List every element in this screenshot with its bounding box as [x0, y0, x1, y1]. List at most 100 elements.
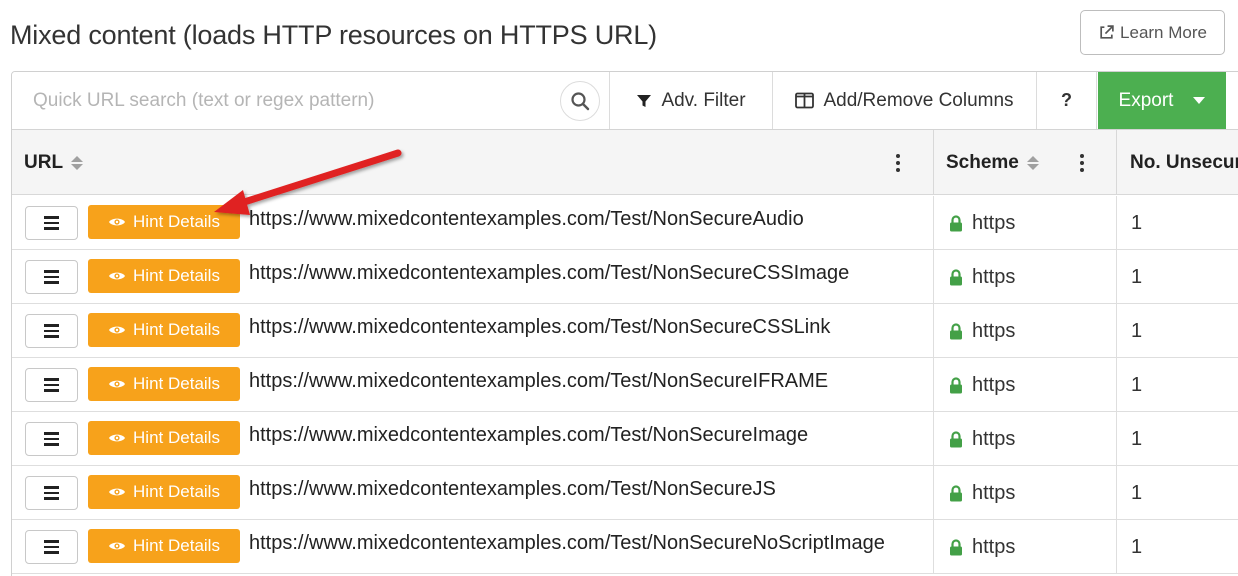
hint-details-label: Hint Details — [133, 482, 220, 501]
row-menu-button[interactable] — [25, 206, 78, 240]
help-button[interactable]: ? — [1037, 72, 1097, 129]
hint-details-label: Hint Details — [133, 266, 220, 285]
row-menu-button[interactable] — [25, 314, 78, 348]
scheme-text: https — [972, 427, 1016, 450]
row-menu-button[interactable] — [25, 368, 78, 402]
unsecure-count-cell: 1 — [1116, 250, 1238, 304]
scheme-cell: https — [933, 412, 1116, 466]
eye-icon — [109, 326, 126, 334]
hint-details-label: Hint Details — [133, 374, 220, 393]
url-text[interactable]: https://www.mixedcontentexamples.com/Tes… — [249, 262, 849, 285]
lock-icon — [950, 376, 962, 393]
url-cell: Hint Details https://www.mixedcontentexa… — [12, 196, 932, 250]
adv-filter-button[interactable]: Adv. Filter — [610, 72, 773, 129]
export-button[interactable]: Export — [1098, 72, 1226, 129]
report-panel: Adv. Filter Add/Remove Columns ? Export … — [11, 71, 1238, 576]
scheme-cell: https — [933, 304, 1116, 358]
scheme-text: https — [972, 481, 1016, 504]
eye-icon — [109, 488, 126, 496]
hint-details-button[interactable]: Hint Details — [88, 205, 240, 239]
url-text[interactable]: https://www.mixedcontentexamples.com/Tes… — [249, 478, 776, 501]
table-row: Hint Details https://www.mixedcontentexa… — [12, 520, 1238, 574]
url-cell: Hint Details https://www.mixedcontentexa… — [12, 520, 932, 574]
row-menu-button[interactable] — [25, 530, 78, 564]
search-input[interactable] — [12, 72, 552, 129]
unsecure-count-cell: 1 — [1116, 466, 1238, 520]
search-icon — [571, 92, 590, 111]
url-text[interactable]: https://www.mixedcontentexamples.com/Tes… — [249, 424, 808, 447]
scheme-text: https — [972, 373, 1016, 396]
table-row: Hint Details https://www.mixedcontentexa… — [12, 466, 1238, 520]
table-body: Hint Details https://www.mixedcontentexa… — [12, 196, 1238, 574]
filter-icon — [637, 94, 652, 107]
column-header-url-label: URL — [24, 151, 64, 173]
unsecure-count: 1 — [1131, 265, 1143, 288]
page-title: Mixed content (loads HTTP resources on H… — [10, 20, 657, 50]
table-row: Hint Details https://www.mixedcontentexa… — [12, 304, 1238, 358]
unsecure-count-cell: 1 — [1116, 196, 1238, 250]
table-row: Hint Details https://www.mixedcontentexa… — [12, 196, 1238, 250]
hint-details-button[interactable]: Hint Details — [88, 259, 240, 293]
row-menu-button[interactable] — [25, 260, 78, 294]
hint-details-label: Hint Details — [133, 428, 220, 447]
column-header-url[interactable]: URL — [24, 130, 932, 195]
unsecure-count: 1 — [1131, 319, 1143, 342]
column-menu-icon[interactable] — [1080, 154, 1084, 172]
url-text[interactable]: https://www.mixedcontentexamples.com/Tes… — [249, 316, 830, 339]
export-label: Export — [1118, 89, 1174, 111]
sort-icon[interactable] — [1026, 155, 1039, 170]
scheme-text: https — [972, 265, 1016, 288]
hint-details-button[interactable]: Hint Details — [88, 421, 240, 455]
search-button[interactable] — [560, 81, 600, 121]
url-text[interactable]: https://www.mixedcontentexamples.com/Tes… — [249, 208, 804, 231]
url-cell: Hint Details https://www.mixedcontentexa… — [12, 412, 932, 466]
lock-icon — [950, 538, 962, 555]
url-text[interactable]: https://www.mixedcontentexamples.com/Tes… — [249, 532, 885, 555]
row-menu-button[interactable] — [25, 476, 78, 510]
toolbar: Adv. Filter Add/Remove Columns ? Export — [12, 72, 1238, 130]
hint-details-button[interactable]: Hint Details — [88, 313, 240, 347]
eye-icon — [109, 218, 126, 226]
unsecure-count: 1 — [1131, 211, 1143, 234]
learn-more-label: Learn More — [1120, 22, 1207, 42]
table-row: Hint Details https://www.mixedcontentexa… — [12, 250, 1238, 304]
sort-icon[interactable] — [71, 155, 84, 170]
hint-details-button[interactable]: Hint Details — [88, 529, 240, 563]
scheme-text: https — [972, 535, 1016, 558]
column-header-scheme[interactable]: Scheme — [933, 130, 1116, 195]
unsecure-count-cell: 1 — [1116, 520, 1238, 574]
external-link-icon — [1100, 25, 1114, 39]
eye-icon — [109, 272, 126, 280]
eye-icon — [109, 542, 126, 550]
url-text[interactable]: https://www.mixedcontentexamples.com/Tes… — [249, 370, 828, 393]
hint-details-button[interactable]: Hint Details — [88, 475, 240, 509]
unsecure-count: 1 — [1131, 535, 1143, 558]
url-cell: Hint Details https://www.mixedcontentexa… — [12, 358, 932, 412]
unsecure-count-cell: 1 — [1116, 304, 1238, 358]
scheme-text: https — [972, 211, 1016, 234]
scheme-cell: https — [933, 520, 1116, 574]
column-header-unsecure[interactable]: No. Unsecure — [1116, 130, 1238, 195]
column-menu-icon[interactable] — [896, 154, 900, 172]
row-menu-button[interactable] — [25, 422, 78, 456]
hint-details-button[interactable]: Hint Details — [88, 367, 240, 401]
columns-icon — [795, 92, 815, 109]
url-cell: Hint Details https://www.mixedcontentexa… — [12, 304, 932, 358]
lock-icon — [950, 268, 962, 285]
caret-down-icon — [1193, 97, 1206, 104]
unsecure-count-cell: 1 — [1116, 412, 1238, 466]
learn-more-button[interactable]: Learn More — [1080, 10, 1225, 55]
lock-icon — [950, 322, 962, 339]
help-label: ? — [1061, 90, 1072, 110]
hint-details-label: Hint Details — [133, 536, 220, 555]
add-remove-columns-button[interactable]: Add/Remove Columns — [773, 72, 1037, 129]
url-cell: Hint Details https://www.mixedcontentexa… — [12, 466, 932, 520]
adv-filter-label: Adv. Filter — [661, 89, 746, 111]
hint-details-label: Hint Details — [133, 320, 220, 339]
unsecure-count: 1 — [1131, 481, 1143, 504]
table-row: Hint Details https://www.mixedcontentexa… — [12, 358, 1238, 412]
scheme-cell: https — [933, 250, 1116, 304]
unsecure-count-cell: 1 — [1116, 358, 1238, 412]
unsecure-count: 1 — [1131, 427, 1143, 450]
lock-icon — [950, 484, 962, 501]
